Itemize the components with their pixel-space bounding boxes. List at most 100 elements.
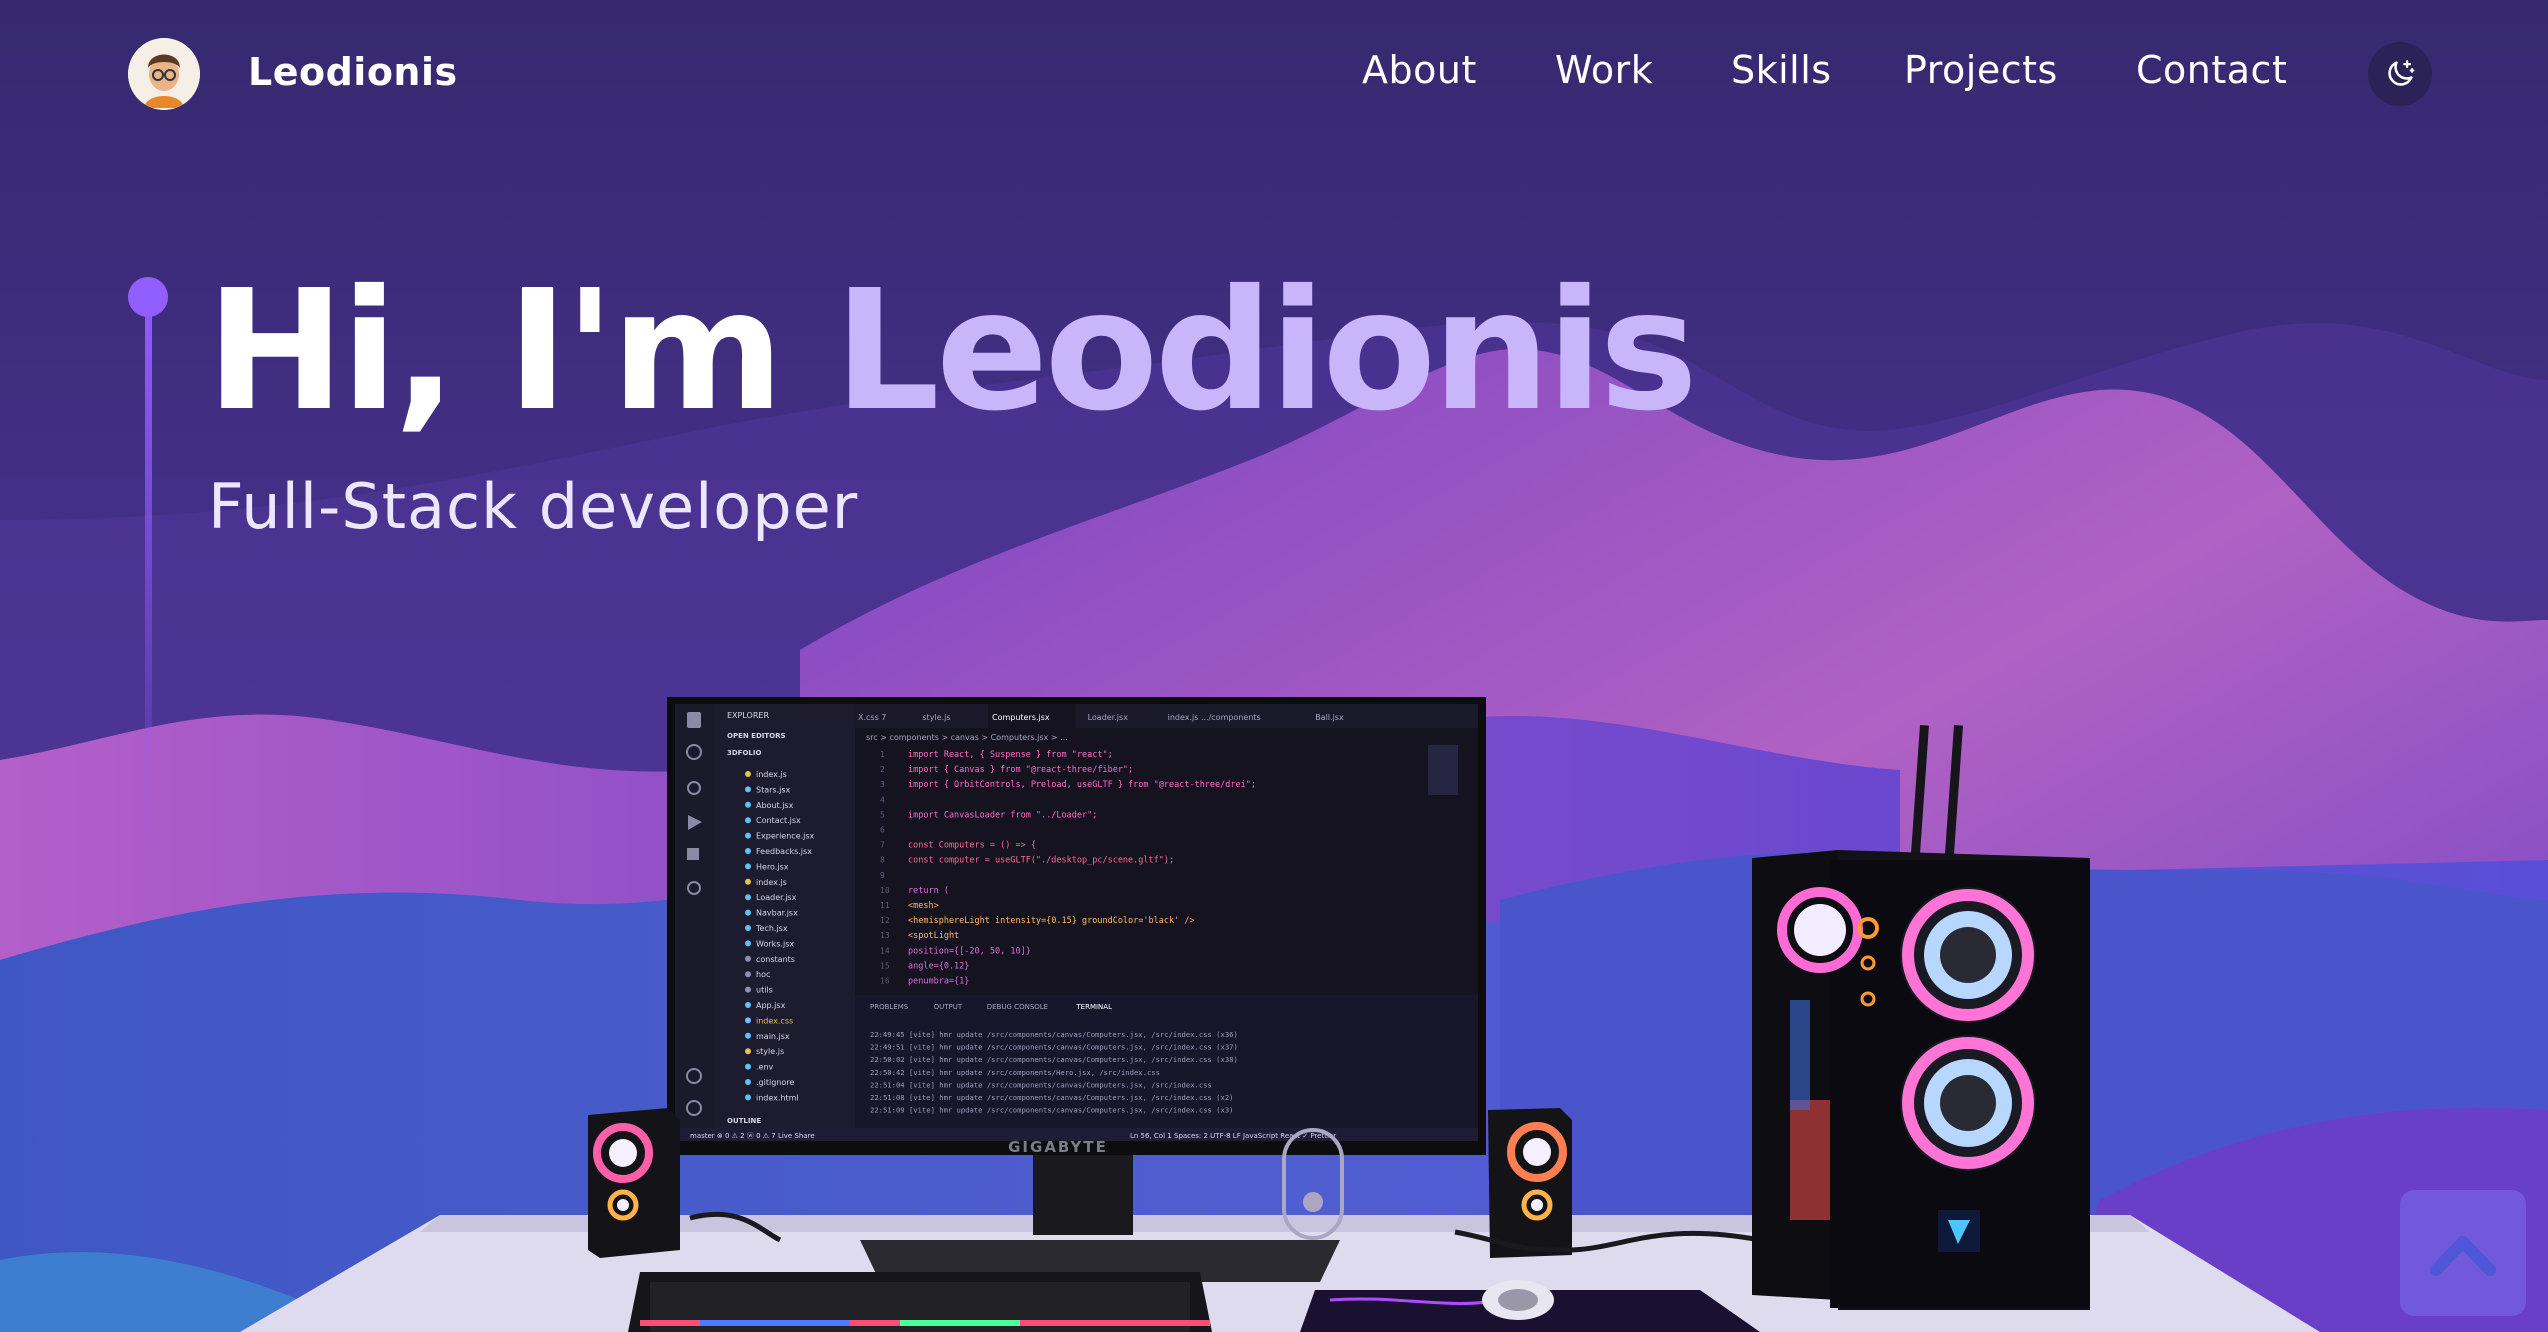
explorer-file[interactable]: Navbar.jsx — [756, 909, 798, 918]
moon-stars-icon — [2388, 60, 2415, 86]
editor-tab[interactable]: Ball.jsx — [1315, 713, 1344, 722]
code-line: return ( — [908, 886, 949, 896]
explorer-file[interactable]: .gitignore — [756, 1078, 794, 1087]
explorer-file[interactable]: Experience.jsx — [756, 832, 815, 841]
file-icon — [745, 878, 751, 885]
pc-tower — [1752, 725, 2090, 1310]
file-icon — [745, 940, 751, 947]
line-number: 3 — [880, 780, 885, 789]
file-icon — [745, 955, 751, 962]
editor-tab[interactable]: style.js — [922, 713, 950, 722]
nav-link-about[interactable]: About — [1362, 48, 1477, 92]
file-icon — [745, 1094, 751, 1101]
line-number: 14 — [880, 946, 890, 955]
file-icon — [745, 832, 751, 839]
editor-breadcrumb: src > components > canvas > Computers.js… — [866, 733, 1068, 742]
file-icon — [745, 1002, 751, 1008]
explorer-file[interactable]: style.js — [756, 1047, 784, 1056]
explorer-file[interactable]: utils — [756, 986, 773, 995]
explorer-file[interactable]: index.js — [756, 878, 787, 887]
explorer-file[interactable]: Hero.jsx — [756, 862, 789, 871]
terminal-line: 22:50:42 [vite] hmr update /src/componen… — [870, 1068, 1160, 1077]
terminal-line: 22:51:09 [vite] hmr update /src/componen… — [870, 1106, 1234, 1115]
code-line: import React, { Suspense } from "react"; — [908, 750, 1113, 760]
explorer-open-editors: OPEN EDITORS — [727, 732, 786, 740]
editor-tab[interactable]: Computers.jsx — [992, 713, 1050, 722]
explorer-file[interactable]: Contact.jsx — [756, 816, 801, 825]
code-line: const computer = useGLTF("./desktop_pc/s… — [908, 856, 1174, 866]
panel-tab[interactable]: TERMINAL — [1075, 1003, 1112, 1011]
file-icon — [745, 1079, 751, 1085]
explorer-file[interactable]: About.jsx — [756, 801, 794, 810]
explorer-file[interactable]: index.html — [756, 1093, 799, 1102]
line-number: 16 — [880, 977, 890, 986]
code-line: position={[-20, 50, 10]} — [908, 946, 1031, 956]
explorer-file[interactable]: hoc — [756, 970, 770, 979]
explorer-file[interactable]: Feedbacks.jsx — [756, 847, 812, 856]
nav-link-projects[interactable]: Projects — [1904, 48, 2058, 92]
line-number: 11 — [880, 901, 890, 910]
hero-subtitle: Full-Stack developer — [208, 470, 859, 543]
status-bar-left: master ⊗ 0 ⚠ 2 ⓦ 0 ⚠ 7 Live Share — [690, 1132, 815, 1140]
file-icon — [745, 909, 751, 916]
explorer-title: EXPLORER — [727, 711, 769, 720]
editor-tab[interactable]: X.css 7 — [858, 713, 886, 722]
monitor-stand-neck — [1033, 1155, 1133, 1235]
code-line: <spotLight — [908, 931, 959, 941]
nav-link-skills[interactable]: Skills — [1731, 48, 1832, 92]
brand-name[interactable]: Leodionis — [248, 50, 458, 94]
line-number: 12 — [880, 916, 890, 925]
back-to-top-button[interactable] — [2400, 1190, 2526, 1316]
line-number: 2 — [880, 765, 885, 774]
explorer-file[interactable]: constants — [756, 955, 795, 964]
explorer-outline: OUTLINE — [727, 1117, 761, 1125]
file-icon — [745, 863, 751, 870]
scroll-indicator[interactable] — [1282, 1128, 1344, 1240]
keyboard — [628, 1272, 1212, 1332]
terminal-line: 22:51:08 [vite] hmr update /src/componen… — [870, 1093, 1234, 1102]
nav-link-contact[interactable]: Contact — [2136, 48, 2287, 92]
theme-toggle-button[interactable] — [2368, 42, 2432, 106]
line-number: 5 — [880, 810, 885, 819]
explorer-file[interactable]: main.jsx — [756, 1032, 790, 1041]
explorer-file[interactable]: index.js — [756, 770, 787, 779]
hero-name: Leodionis — [834, 255, 1698, 448]
terminal-line: 22:51:04 [vite] hmr update /src/componen… — [870, 1080, 1212, 1089]
line-number: 7 — [880, 841, 885, 850]
file-icon — [745, 817, 751, 824]
file-icon — [745, 1017, 751, 1024]
terminal-line: 22:50:02 [vite] hmr update /src/componen… — [870, 1055, 1238, 1064]
file-icon — [745, 771, 751, 777]
line-number: 9 — [880, 871, 885, 880]
file-icon — [745, 1032, 751, 1039]
panel-tab[interactable]: DEBUG CONSOLE — [987, 1003, 1048, 1011]
avatar[interactable] — [128, 38, 200, 110]
file-icon — [745, 801, 751, 808]
explorer-file[interactable]: .env — [756, 1063, 774, 1072]
navbar: Leodionis About Work Skills Projects Con… — [0, 0, 2548, 150]
editor-tab[interactable]: Loader.jsx — [1088, 713, 1129, 722]
nav-link-work[interactable]: Work — [1555, 48, 1653, 92]
hero-title: Hi, I'm Leodionis — [206, 262, 1698, 442]
code-line: <mesh> — [908, 901, 939, 911]
panel-tabs: PROBLEMS OUTPUT DEBUG CONSOLE TERMINAL — [870, 1003, 1112, 1011]
timeline-line — [145, 300, 152, 860]
file-icon — [745, 971, 751, 978]
line-number: 8 — [880, 856, 885, 865]
panel-tab[interactable]: PROBLEMS — [870, 1003, 909, 1011]
hero-greeting: Hi, I'm — [206, 255, 835, 448]
editor-tab[interactable]: index.js .../components — [1168, 713, 1261, 722]
explorer-file[interactable]: Tech.jsx — [755, 924, 788, 933]
explorer-file[interactable]: App.jsx — [756, 1001, 786, 1010]
explorer-file[interactable]: index.css — [756, 1016, 793, 1025]
terminal-line: 22:49:45 [vite] hmr update /src/componen… — [870, 1030, 1238, 1039]
line-number: 13 — [880, 931, 890, 940]
explorer-file[interactable]: Loader.jsx — [756, 893, 797, 902]
explorer-file[interactable]: Works.jsx — [756, 939, 794, 948]
explorer-file[interactable]: Stars.jsx — [756, 785, 791, 794]
panel-tab[interactable]: OUTPUT — [934, 1003, 963, 1011]
code-line: import { Canvas } from "@react-three/fib… — [908, 765, 1133, 775]
line-number: 10 — [880, 886, 890, 895]
file-icon — [745, 1048, 751, 1055]
code-line: import { OrbitControls, Preload, useGLTF… — [908, 780, 1256, 790]
